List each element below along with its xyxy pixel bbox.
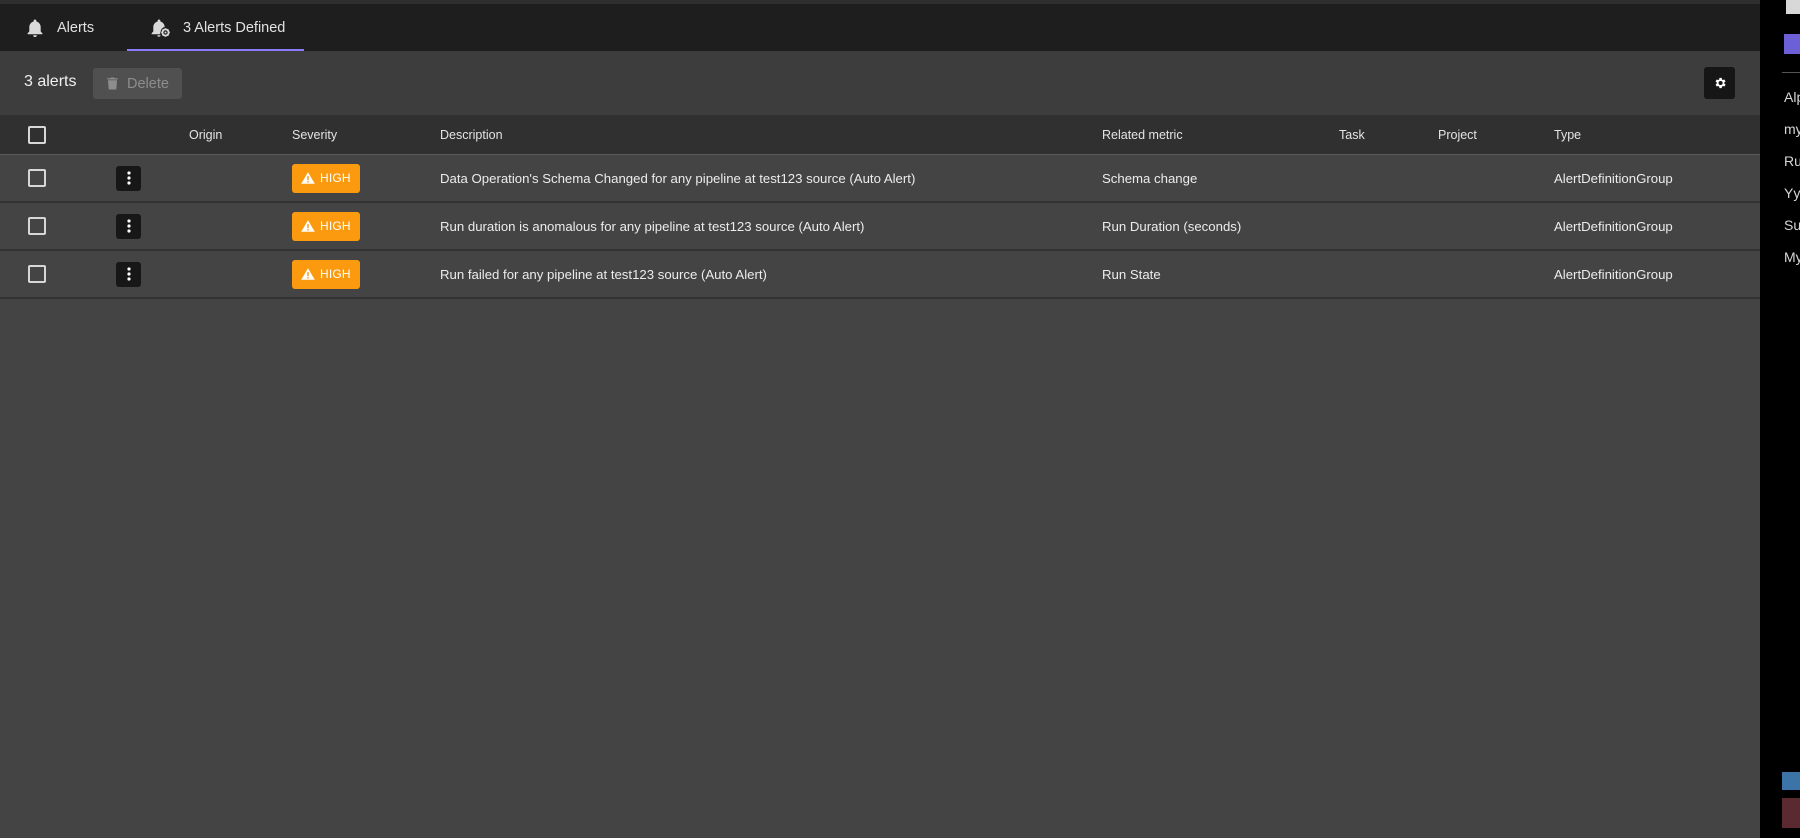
tab-bar: Alerts 3 Alerts Defined xyxy=(0,4,1760,51)
table-row[interactable]: HIGH Run duration is anomalous for any p… xyxy=(0,203,1760,251)
side-panel-item[interactable]: my xyxy=(1784,121,1800,137)
severity-cell: HIGH xyxy=(292,251,360,297)
severity-badge: HIGH xyxy=(292,211,360,241)
col-header-severity[interactable]: Severity xyxy=(292,115,337,154)
bell-icon xyxy=(25,18,45,38)
severity-badge: HIGH xyxy=(292,259,360,289)
warning-icon xyxy=(301,172,315,184)
side-panel-item[interactable]: Alp xyxy=(1784,89,1800,105)
warning-icon xyxy=(301,220,315,232)
row-actions-button[interactable] xyxy=(116,165,141,191)
more-vertical-icon xyxy=(126,171,131,185)
tab-alerts[interactable]: Alerts xyxy=(0,4,127,51)
select-all-cell xyxy=(28,115,46,154)
side-panel-top-button[interactable] xyxy=(1786,0,1800,14)
alerts-table: Origin Severity Description Related metr… xyxy=(0,115,1760,299)
col-header-related-metric[interactable]: Related metric xyxy=(1102,115,1183,154)
side-panel: Alp my Ru Yy Su My xyxy=(1760,0,1800,838)
more-vertical-icon xyxy=(126,267,131,281)
severity-cell: HIGH xyxy=(292,203,360,249)
tab-alerts-defined[interactable]: 3 Alerts Defined xyxy=(127,4,304,51)
severity-cell: HIGH xyxy=(292,155,360,201)
col-header-origin[interactable]: Origin xyxy=(189,115,222,154)
side-panel-thumbnail[interactable] xyxy=(1782,798,1800,828)
row-select-cell xyxy=(28,155,46,201)
col-header-description[interactable]: Description xyxy=(440,115,503,154)
table-row[interactable]: HIGH Run failed for any pipeline at test… xyxy=(0,251,1760,299)
side-panel-badge xyxy=(1784,34,1800,54)
row-select-cell xyxy=(28,203,46,249)
related-metric-cell: Run Duration (seconds) xyxy=(1102,218,1242,234)
gear-icon xyxy=(1713,76,1727,90)
table-row[interactable]: HIGH Data Operation's Schema Changed for… xyxy=(0,155,1760,203)
severity-label: HIGH xyxy=(320,219,351,233)
delete-button-label: Delete xyxy=(127,75,169,92)
row-select-cell xyxy=(28,251,46,297)
row-menu-cell xyxy=(116,203,141,249)
col-header-project[interactable]: Project xyxy=(1438,115,1477,154)
type-cell: AlertDefinitionGroup xyxy=(1554,218,1673,234)
col-header-task[interactable]: Task xyxy=(1339,115,1365,154)
main-content: Alerts 3 Alerts Defined 3 alerts Delete xyxy=(0,0,1760,838)
side-panel-item[interactable]: Ru xyxy=(1784,153,1800,169)
alert-count: 3 alerts xyxy=(24,73,77,90)
side-panel-divider xyxy=(1782,72,1800,73)
tab-alerts-label: Alerts xyxy=(57,19,95,36)
row-menu-cell xyxy=(116,155,141,201)
severity-badge: HIGH xyxy=(292,163,360,193)
row-checkbox[interactable] xyxy=(28,265,46,283)
warning-icon xyxy=(301,268,315,280)
description-cell: Data Operation's Schema Changed for any … xyxy=(440,170,916,186)
row-actions-button[interactable] xyxy=(116,213,141,239)
related-metric-cell: Run State xyxy=(1102,266,1161,282)
side-panel-item[interactable]: Yy xyxy=(1784,185,1800,201)
col-header-type[interactable]: Type xyxy=(1554,115,1581,154)
trash-icon xyxy=(107,77,118,90)
type-cell: AlertDefinitionGroup xyxy=(1554,170,1673,186)
related-metric-cell: Schema change xyxy=(1102,170,1198,186)
side-panel-thumbnail[interactable] xyxy=(1782,772,1800,790)
toolbar: 3 alerts Delete xyxy=(0,51,1760,115)
description-cell: Run failed for any pipeline at test123 s… xyxy=(440,266,767,282)
row-checkbox[interactable] xyxy=(28,169,46,187)
bell-settings-icon xyxy=(151,18,171,38)
table-settings-button[interactable] xyxy=(1704,67,1735,99)
severity-label: HIGH xyxy=(320,267,351,281)
row-actions-button[interactable] xyxy=(116,261,141,287)
row-menu-cell xyxy=(116,251,141,297)
tab-alerts-defined-label: 3 Alerts Defined xyxy=(183,19,286,36)
side-panel-item[interactable]: Su xyxy=(1784,217,1800,233)
more-vertical-icon xyxy=(126,219,131,233)
severity-label: HIGH xyxy=(320,171,351,185)
description-cell: Run duration is anomalous for any pipeli… xyxy=(440,218,865,234)
select-all-checkbox[interactable] xyxy=(28,125,46,144)
type-cell: AlertDefinitionGroup xyxy=(1554,266,1673,282)
row-checkbox[interactable] xyxy=(28,217,46,235)
table-header: Origin Severity Description Related metr… xyxy=(0,115,1760,155)
side-panel-item[interactable]: My xyxy=(1784,249,1800,265)
delete-button[interactable]: Delete xyxy=(93,68,182,99)
